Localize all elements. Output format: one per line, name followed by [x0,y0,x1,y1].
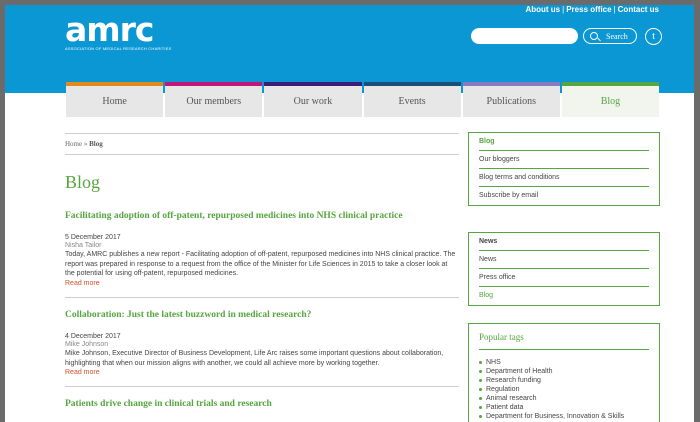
bullet-icon [479,396,482,400]
post-divider [65,297,459,298]
press-office-link[interactable]: Press office [566,5,611,14]
tag-item[interactable]: Research funding [479,376,649,385]
top-links: About us | Press office | Contact us [525,5,659,14]
popular-tags-title: Popular tags [479,324,649,350]
tag-label: Department for Business, Innovation & Sk… [486,413,625,420]
post-date: 5 December 2017 [65,234,121,241]
link-separator: | [613,5,616,14]
tag-label: Animal research [486,395,537,402]
tag-label: Patient data [486,404,524,411]
sidebar-item-blog-terms[interactable]: Blog terms and conditions [479,169,649,187]
nav-our-work[interactable]: Our work [264,82,362,117]
nav-publications[interactable]: Publications [462,82,560,117]
breadcrumb-home[interactable]: Home [65,140,82,148]
sidebar-item-our-bloggers[interactable]: Our bloggers [479,151,649,169]
tags-spacer [479,350,649,358]
nav-home[interactable]: Home [66,82,164,117]
sidebar-news-heading[interactable]: News [479,233,649,251]
browser-page: amrc ASSOCIATION OF MEDICAL RESEARCH CHA… [5,5,694,422]
nav-label: Our work [293,96,333,107]
nav-events[interactable]: Events [363,82,461,117]
twitter-icon[interactable]: t [645,28,662,45]
tag-item[interactable]: Animal research [479,394,649,403]
post-author[interactable]: Nisha Tailor [65,242,459,249]
sidebar-blog-menu: Blog Our bloggers Blog terms and conditi… [468,132,660,206]
bullet-icon [479,378,482,382]
blog-post: Collaboration: Just the latest buzzword … [65,310,459,376]
breadcrumb-separator: » [83,140,88,148]
tag-item[interactable]: Department of Health [479,367,649,376]
about-us-link[interactable]: About us [525,5,560,14]
link-separator: | [562,5,565,14]
read-more-link[interactable]: Read more [65,369,459,376]
post-title-link[interactable]: Patients drive change in clinical trials… [65,399,459,409]
search-button[interactable]: Search [583,28,637,44]
post-title-link[interactable]: Collaboration: Just the latest buzzword … [65,310,459,320]
sidebar-item-blog-link[interactable]: Blog [479,287,649,305]
bullet-icon [479,360,482,364]
nav-label: Blog [600,96,621,107]
sidebar-news-menu: News News Press office Blog [468,232,660,306]
bullet-icon [479,387,482,391]
page-title: Blog [65,172,101,192]
logo-wordmark: amrc [65,10,155,49]
tag-label: Regulation [486,386,520,393]
breadcrumb-current: Blog [89,140,103,148]
post-excerpt: Today, AMRC publishes a new report - Fac… [65,251,456,277]
site-header: amrc ASSOCIATION OF MEDICAL RESEARCH CHA… [5,5,694,93]
main-nav: Home Our members Our work Events Publica… [66,82,660,117]
search-icon [590,32,598,40]
tag-label: NHS [486,359,501,366]
amrc-logo[interactable]: amrc ASSOCIATION OF MEDICAL RESEARCH CHA… [65,10,172,52]
search-button-label: Search [606,31,628,41]
tag-item[interactable]: Regulation [479,385,649,394]
breadcrumb: Home » Blog [65,133,459,155]
post-date: 4 December 2017 [65,333,121,340]
bullet-icon [479,369,482,373]
tag-item[interactable]: Department for Business, Innovation & Sk… [479,412,649,421]
nav-our-members[interactable]: Our members [165,82,263,117]
post-author[interactable]: Mike Johnson [65,341,459,348]
tag-label: Department of Health [486,368,553,375]
tag-item[interactable]: Patient data [479,403,649,412]
blog-post: Facilitating adoption of off-patent, rep… [65,211,459,287]
nav-label: Publications [486,96,536,107]
nav-label: Home [102,96,127,107]
sidebar-item-press-office[interactable]: Press office [479,269,649,287]
post-title-link[interactable]: Facilitating adoption of off-patent, rep… [65,211,459,221]
sidebar-item-subscribe[interactable]: Subscribe by email [479,187,649,205]
tag-label: Research funding [486,377,541,384]
popular-tags-box: Popular tags NHS Department of Health Re… [468,323,660,422]
post-divider [65,386,459,387]
read-more-link[interactable]: Read more [65,280,459,287]
contact-us-link[interactable]: Contact us [618,5,659,14]
search-input[interactable] [471,28,578,44]
post-excerpt: Mike Johnson, Executive Director of Busi… [65,350,444,367]
bullet-icon [479,405,482,409]
logo-subtitle: ASSOCIATION OF MEDICAL RESEARCH CHARITIE… [65,46,172,51]
nav-blog[interactable]: Blog [561,82,660,117]
bullet-icon [479,414,482,418]
blog-post: Patients drive change in clinical trials… [65,399,459,409]
sidebar-item-news[interactable]: News [479,251,649,269]
tag-item[interactable]: NHS [479,358,649,367]
nav-label: Events [398,96,426,107]
sidebar-item-blog[interactable]: Blog [479,133,649,151]
nav-label: Our members [186,96,242,107]
